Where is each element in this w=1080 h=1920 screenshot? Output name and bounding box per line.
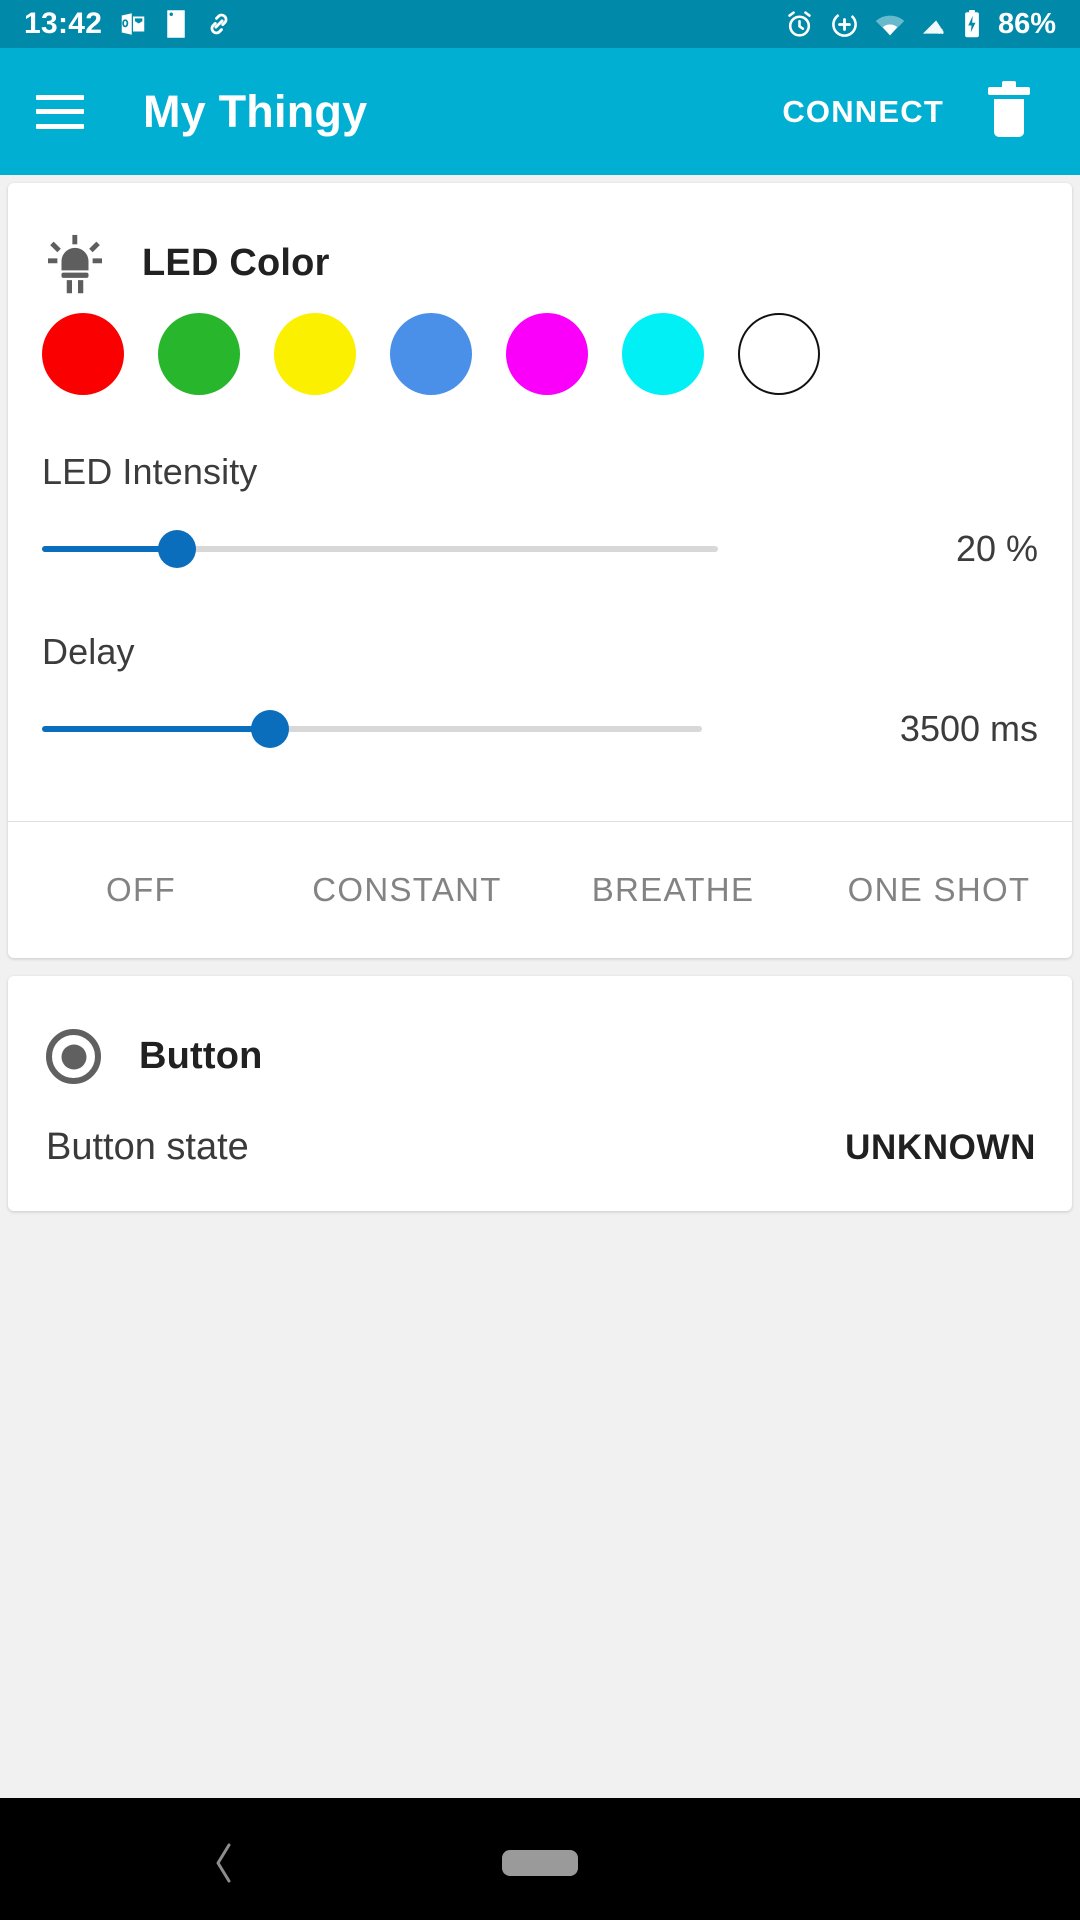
led-bulb-icon [48,234,102,293]
page-title: My Thingy [143,85,368,137]
led-delay-label: Delay [42,631,135,672]
sim-card-icon [167,10,185,38]
led-delay-value: 3500 ms [899,708,1038,749]
led-intensity-thumb[interactable] [158,530,197,568]
led-intensity-value: 20 % [955,528,1038,569]
content-area: LED Color LED Intensity 20 % Delay 3500 … [0,183,1080,1920]
back-chevron-icon[interactable] [212,1841,236,1885]
led-card-header: LED Color [8,183,1072,299]
led-delay-thumb[interactable] [250,710,289,748]
app-bar-actions: CONNECT [778,80,1044,138]
radio-button-icon [46,1029,101,1084]
system-navigation-bar [0,1798,1080,1920]
button-state-row: Button state UNKNOWN [8,1092,1072,1169]
color-swatch-white[interactable] [738,313,820,395]
app-bar: My Thingy CONNECT [0,48,1080,175]
trash-icon[interactable] [988,80,1030,137]
button-card: Button Button state UNKNOWN [8,976,1072,1211]
outlook-icon [121,13,145,35]
led-card-title: LED Color [142,242,330,284]
color-swatch-cyan[interactable] [622,313,704,395]
battery-percent: 86% [997,7,1056,40]
link-icon [210,13,228,35]
led-intensity-slider-row: 20 % [42,523,1038,575]
color-swatch-blue[interactable] [390,313,472,395]
mode-tab-breathe[interactable]: BREATHE [540,871,806,909]
led-delay-slider[interactable] [42,703,702,755]
led-intensity-label: LED Intensity [42,451,258,492]
button-card-title: Button [139,1035,263,1077]
led-card: LED Color LED Intensity 20 % Delay 3500 … [8,183,1072,958]
button-card-header: Button [8,976,1072,1092]
status-time: 13:42 [24,7,103,40]
do-not-disturb-icon [832,11,857,37]
status-bar-right: x 86% [784,8,1056,41]
led-delay-block: Delay 3500 ms [8,575,1072,755]
wifi-icon [875,15,905,36]
led-intensity-slider[interactable] [42,523,718,575]
button-state-label: Button state [46,1126,249,1168]
status-bar: 13:42 x 86% [0,0,1080,48]
led-delay-slider-row: 3500 ms [42,703,1038,755]
led-color-swatches [8,299,1072,395]
color-swatch-yellow[interactable] [274,313,356,395]
battery-charging-icon [965,10,979,38]
color-swatch-magenta[interactable] [506,313,588,395]
led-intensity-block: LED Intensity 20 % [8,395,1072,575]
led-mode-tabs: OFF CONSTANT BREATHE ONE SHOT [8,822,1072,958]
signal-off-icon: x [922,12,944,36]
home-pill-icon[interactable] [502,1850,578,1876]
color-swatch-green[interactable] [158,313,240,395]
hamburger-menu-icon[interactable] [36,94,84,129]
alarm-icon [788,10,811,37]
status-bar-left: 13:42 [24,7,234,41]
mode-tab-one-shot[interactable]: ONE SHOT [806,871,1072,909]
button-state-value: UNKNOWN [845,1127,1036,1167]
svg-text:x: x [938,26,943,36]
mode-tab-off[interactable]: OFF [8,871,274,909]
connect-button[interactable]: CONNECT [778,86,948,138]
color-swatch-red[interactable] [42,313,124,395]
mode-tab-constant[interactable]: CONSTANT [274,871,540,909]
